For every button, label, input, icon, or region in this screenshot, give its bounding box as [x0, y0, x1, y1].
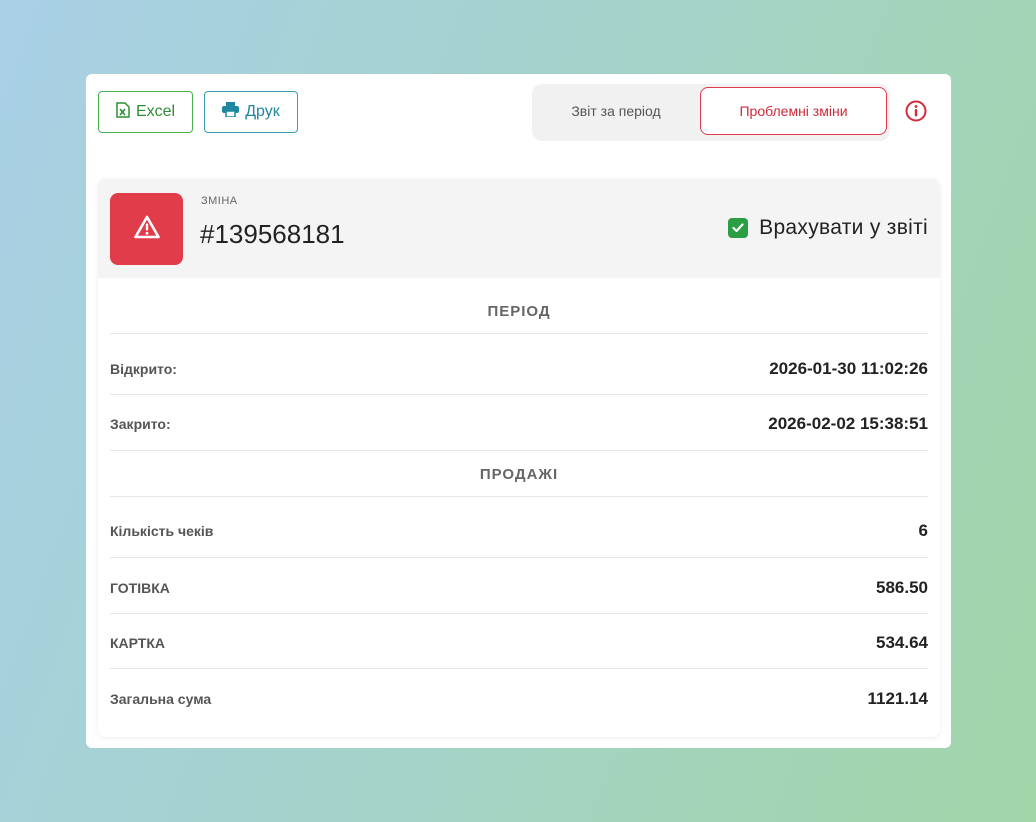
- report-type-tabs: Звіт за період Проблемні зміни: [532, 84, 890, 141]
- sales-row-cash: ГОТІВКА 586.50: [110, 560, 928, 616]
- check-icon[interactable]: [728, 218, 749, 238]
- period-row-closed: Закрито: 2026-02-02 15:38:51: [110, 396, 928, 452]
- row-value: 6: [918, 521, 928, 540]
- excel-button-label: Excel: [135, 103, 176, 120]
- excel-icon: [116, 101, 130, 123]
- include-in-report-label: Врахувати у звіті: [759, 216, 928, 239]
- warning-badge: [110, 193, 183, 265]
- shift-header: ЗМІНА #139568181 Врахувати у звіті: [98, 179, 940, 278]
- print-button[interactable]: Друк: [204, 91, 298, 133]
- divider: [110, 496, 928, 497]
- sales-row-card: КАРТКА 534.64: [110, 615, 928, 671]
- row-value: 586.50: [876, 578, 928, 597]
- row-value: 2026-02-02 15:38:51: [768, 414, 928, 433]
- sales-row-receipts: Кількість чеків 6: [110, 503, 928, 559]
- print-button-label: Друк: [245, 103, 280, 120]
- divider: [110, 613, 928, 614]
- row-label: ГОТІВКА: [110, 580, 170, 596]
- include-in-report-checkbox[interactable]: Врахувати у звіті: [728, 216, 928, 240]
- sales-section-title: ПРОДАЖІ: [479, 466, 559, 483]
- printer-icon: [222, 102, 240, 122]
- row-value: 534.64: [876, 633, 928, 652]
- period-section-title: ПЕРІОД: [487, 303, 551, 320]
- shift-caption: ЗМІНА: [201, 195, 238, 207]
- row-label: КАРТКА: [110, 635, 166, 651]
- info-icon[interactable]: [905, 100, 927, 122]
- row-label: Кількість чеків: [110, 523, 214, 539]
- row-label: Відкрито:: [110, 361, 177, 377]
- sales-row-total: Загальна сума 1121.14: [110, 671, 928, 727]
- divider: [110, 394, 928, 395]
- shift-id: #139568181: [200, 219, 345, 249]
- divider: [110, 333, 928, 334]
- divider: [110, 557, 928, 558]
- tab-problem-shifts-label: Проблемні зміни: [739, 103, 848, 119]
- row-label: Закрито:: [110, 416, 171, 432]
- period-row-opened: Відкрито: 2026-01-30 11:02:26: [110, 341, 928, 397]
- tab-problem-shifts[interactable]: Проблемні зміни: [700, 87, 887, 135]
- excel-button[interactable]: Excel: [98, 91, 193, 133]
- row-value: 2026-01-30 11:02:26: [769, 359, 928, 378]
- tab-period-report-label: Звіт за період: [571, 103, 661, 119]
- shift-panel: ЗМІНА #139568181 Врахувати у звіті ПЕРІО…: [98, 179, 940, 737]
- row-label: Загальна сума: [110, 691, 212, 707]
- report-card: Excel Друк Звіт за період Проблемні змін…: [86, 74, 951, 748]
- divider: [110, 668, 928, 669]
- tab-period-report[interactable]: Звіт за період: [538, 87, 694, 135]
- warning-icon: [133, 215, 160, 244]
- divider: [110, 450, 928, 451]
- row-value: 1121.14: [867, 689, 928, 708]
